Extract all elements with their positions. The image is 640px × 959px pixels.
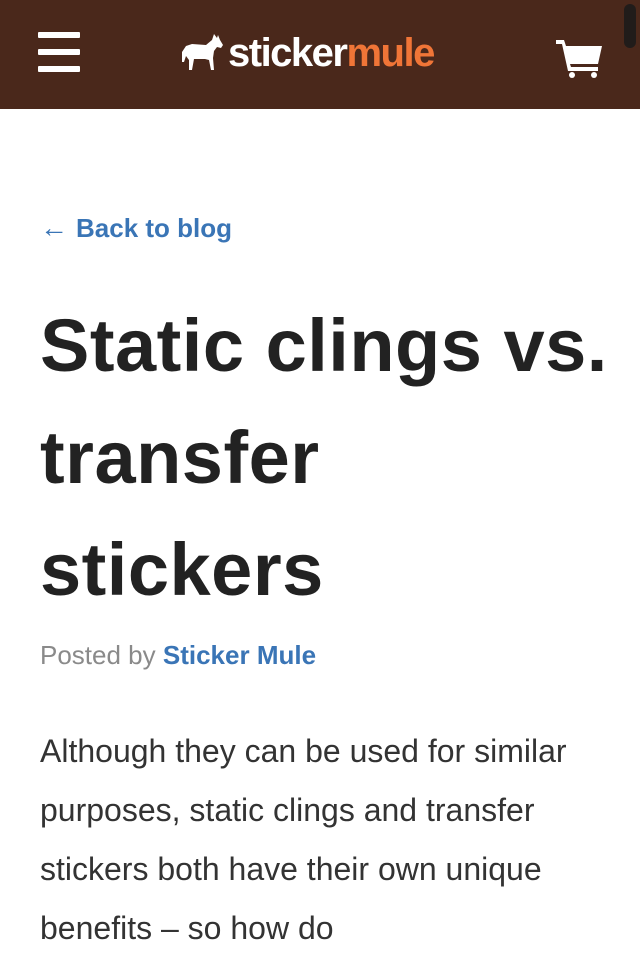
byline-prefix: Posted by [40, 640, 156, 670]
top-navigation-bar: sticker mule [0, 0, 640, 109]
logo-text-mule: mule [346, 31, 435, 75]
menu-bar-line [38, 32, 80, 38]
logo-text-sticker: sticker [228, 31, 348, 75]
back-to-blog-link[interactable]: ← Back to blog [40, 212, 232, 244]
menu-bar-line [38, 66, 80, 72]
back-to-blog-label: Back to blog [76, 212, 233, 243]
article-byline: Posted by Sticker Mule [40, 640, 316, 671]
shopping-cart-icon[interactable] [556, 38, 604, 78]
cart-glyph [556, 40, 602, 78]
mule-logo-icon [182, 34, 223, 70]
scrollbar-thumb[interactable] [624, 4, 636, 48]
back-arrow-icon: ← [40, 212, 68, 243]
menu-bar-line [38, 49, 80, 55]
article-title: Static clings vs. transfer stickers [40, 304, 608, 611]
author-link[interactable]: Sticker Mule [163, 640, 316, 670]
article-intro-paragraph: Although they can be used for similar pu… [40, 733, 567, 946]
sticker-mule-logo[interactable]: sticker mule [180, 28, 435, 78]
hamburger-menu-icon[interactable] [38, 32, 80, 72]
